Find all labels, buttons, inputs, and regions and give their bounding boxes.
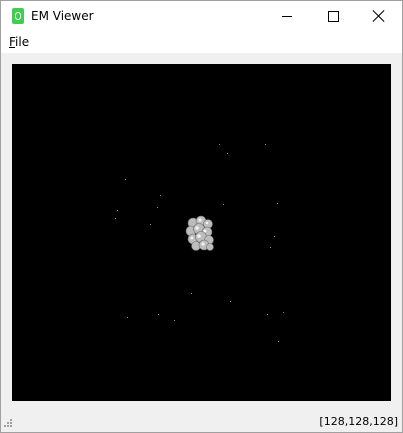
noise-speck — [274, 236, 275, 237]
noise-speck — [191, 293, 192, 294]
render-viewport[interactable] — [12, 64, 391, 401]
noise-speck — [160, 195, 161, 196]
volume-dimensions: [128,128,128] — [319, 415, 398, 428]
window-title: EM Viewer — [31, 9, 94, 23]
noise-speck — [277, 203, 278, 204]
noise-speck — [127, 317, 128, 318]
menu-file[interactable]: File — [9, 35, 29, 49]
qt-app-icon — [12, 8, 24, 24]
noise-speck — [158, 314, 159, 315]
maximize-button[interactable] — [310, 1, 356, 32]
maximize-icon — [328, 11, 339, 22]
noise-speck — [125, 179, 126, 180]
noise-speck — [115, 218, 116, 219]
noise-speck — [150, 224, 151, 225]
title-bar[interactable]: EM Viewer — [1, 1, 402, 32]
app-window: EM Viewer File [128,128,128] — [0, 0, 403, 433]
close-button[interactable] — [356, 1, 402, 32]
minimize-button[interactable] — [264, 1, 310, 32]
menu-file-label: ile — [15, 35, 30, 49]
noise-speck — [230, 301, 231, 302]
noise-speck — [278, 341, 279, 342]
size-grip-icon[interactable] — [4, 419, 12, 427]
noise-speck — [117, 210, 118, 211]
status-bar: [128,128,128] — [1, 411, 402, 432]
noise-speck — [270, 247, 271, 248]
noise-speck — [265, 144, 266, 145]
noise-speck — [174, 320, 175, 321]
noise-speck — [157, 207, 158, 208]
noise-speck — [223, 204, 224, 205]
minimize-icon — [282, 16, 292, 17]
em-density-particle — [185, 215, 214, 251]
noise-speck — [219, 144, 220, 145]
noise-speck — [267, 314, 268, 315]
noise-speck — [283, 312, 284, 313]
close-icon — [373, 10, 385, 22]
menu-bar: File — [1, 32, 402, 53]
noise-speck — [227, 153, 228, 154]
